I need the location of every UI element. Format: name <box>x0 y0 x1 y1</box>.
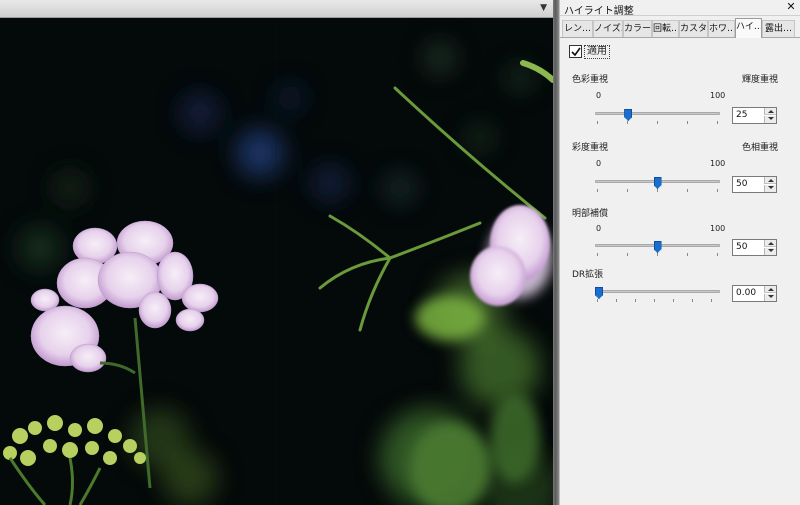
slider4-value[interactable]: 0.00 <box>736 288 756 298</box>
tab-highlight[interactable]: ハイ… <box>735 18 762 38</box>
slider3-min: 0 <box>596 224 602 233</box>
slider1-spinbox[interactable]: 25 <box>732 107 777 124</box>
slider2-left-label: 彩度重視 <box>572 143 609 153</box>
panel-title: ハイライト調整 <box>564 6 634 17</box>
slider2-max: 100 <box>710 159 726 168</box>
chevron-down-icon[interactable]: ▼ <box>540 3 547 13</box>
slider1-min: 0 <box>596 91 602 100</box>
slider3-left-label: 明部補償 <box>572 209 609 219</box>
close-icon[interactable]: ✕ <box>785 0 797 14</box>
spin-down-icon[interactable] <box>764 294 776 301</box>
slider4-left-label: DR拡張 <box>572 270 604 280</box>
check-icon <box>571 47 581 57</box>
slider1-thumb[interactable] <box>624 109 633 121</box>
highlight-adjust-panel: ハイライト調整 ✕ レン… ノイズ… カラー… 回転… カスタ… ホワ… ハイ…… <box>559 0 800 505</box>
tab-rotate[interactable]: 回転… <box>652 20 679 37</box>
photo-preview <box>0 18 553 505</box>
slider2-min: 0 <box>596 159 602 168</box>
tab-color[interactable]: カラー… <box>623 20 652 37</box>
tab-lens[interactable]: レン… <box>562 20 593 37</box>
tab-strip: レン… ノイズ… カラー… 回転… カスタ… ホワ… ハイ… 露出… <box>560 18 800 38</box>
slider2-value[interactable]: 50 <box>736 179 747 189</box>
spin-down-icon[interactable] <box>764 116 776 123</box>
tab-white-balance[interactable]: ホワ… <box>708 20 735 37</box>
slider3-value[interactable]: 50 <box>736 242 747 252</box>
slider1-max: 100 <box>710 91 726 100</box>
slider1-right-label: 輝度重視 <box>742 75 779 85</box>
slider1-left-label: 色彩重視 <box>572 75 609 85</box>
spin-down-icon[interactable] <box>764 185 776 192</box>
slider3-thumb[interactable] <box>653 241 662 253</box>
apply-label[interactable]: 適用 <box>584 45 610 59</box>
slider3-spinbox[interactable]: 50 <box>732 239 777 256</box>
spin-up-icon[interactable] <box>764 108 776 115</box>
spin-up-icon[interactable] <box>764 177 776 184</box>
slider2-right-label: 色相重視 <box>742 143 779 153</box>
slider3-max: 100 <box>710 224 726 233</box>
spin-up-icon[interactable] <box>764 240 776 247</box>
apply-checkbox[interactable] <box>569 45 582 58</box>
slider4-thumb[interactable] <box>595 287 603 299</box>
slider1-value[interactable]: 25 <box>736 110 747 120</box>
image-viewer[interactable]: ▼ <box>0 0 553 505</box>
slider2-thumb[interactable] <box>653 177 662 189</box>
panel-titlebar: ハイライト調整 ✕ <box>560 0 800 17</box>
tab-noise[interactable]: ノイズ… <box>593 20 623 37</box>
tab-exposure[interactable]: 露出… <box>762 20 795 37</box>
slider2-spinbox[interactable]: 50 <box>732 176 777 193</box>
highlight-settings: 適用 色彩重視 輝度重視 0 100 25 彩度重視 色相重視 0 100 50… <box>560 38 800 505</box>
tab-custom[interactable]: カスタ… <box>679 20 708 37</box>
slider1-track[interactable] <box>595 112 720 115</box>
viewer-toolbar: ▼ <box>0 0 553 18</box>
slider4-spinbox[interactable]: 0.00 <box>732 285 777 302</box>
spin-up-icon[interactable] <box>764 286 776 293</box>
spin-down-icon[interactable] <box>764 248 776 255</box>
slider4-track[interactable] <box>595 290 720 293</box>
